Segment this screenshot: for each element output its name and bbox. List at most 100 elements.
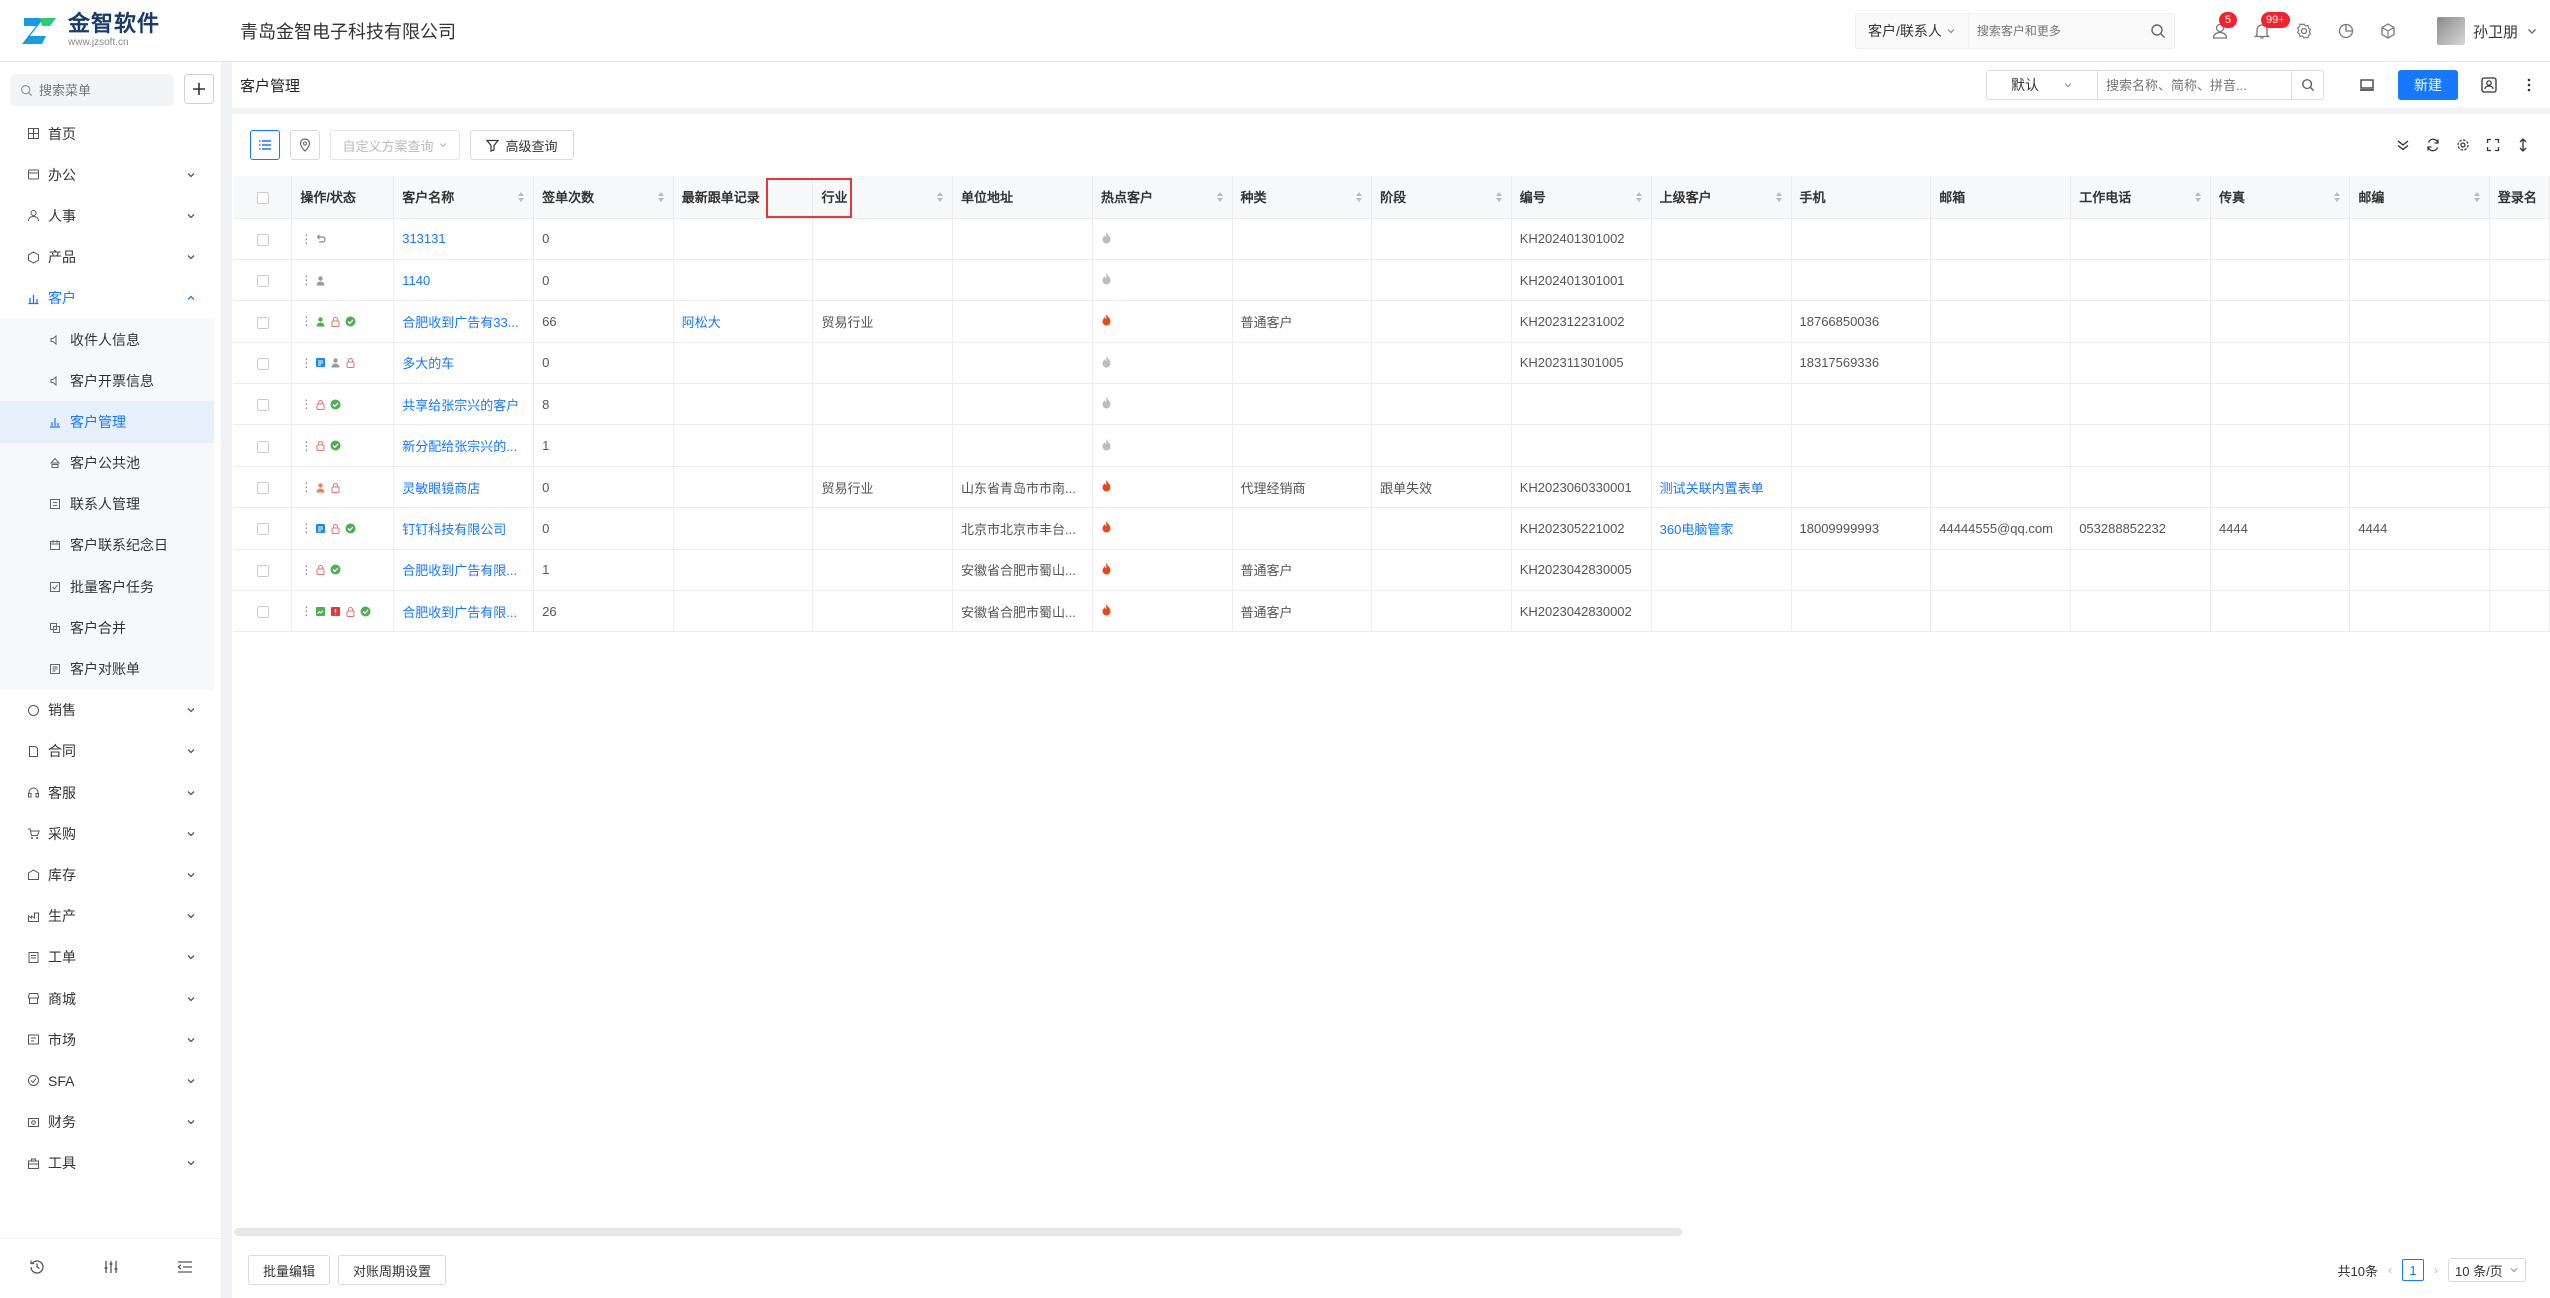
- cell-parent[interactable]: [1651, 218, 1792, 260]
- sidebar-item-market[interactable]: 市场: [0, 1019, 222, 1060]
- table-row[interactable]: ⋮ 共享给张宗兴的客户 8: [234, 383, 2550, 426]
- horizontal-scrollbar[interactable]: [234, 1228, 1682, 1236]
- cell-customer-name[interactable]: 1140: [393, 259, 535, 302]
- cell-customer-name[interactable]: 灵敏眼镜商店: [393, 466, 535, 509]
- global-search-input[interactable]: [1968, 24, 2142, 38]
- notifications-icon[interactable]: 99+: [2241, 10, 2290, 52]
- cell-customer-name[interactable]: 合肥收到广告有限...: [393, 549, 535, 592]
- table-row[interactable]: ⋮ 新分配给张宗兴的... 1: [234, 424, 2550, 467]
- collapse-menu-icon[interactable]: [176, 1258, 194, 1279]
- more-vertical-icon[interactable]: [2514, 70, 2544, 100]
- sort-icon[interactable]: [2473, 191, 2481, 203]
- cell-latest-record[interactable]: [673, 383, 814, 426]
- sidebar-item-contract[interactable]: 合同: [0, 731, 222, 772]
- sidebar-item-batch-task[interactable]: 批量客户任务: [0, 566, 214, 607]
- sidebar-item-customer-management[interactable]: 客户管理: [0, 401, 214, 443]
- monitor-icon[interactable]: [2352, 70, 2382, 100]
- sidebar-item-home[interactable]: 首页: [0, 113, 222, 154]
- cell-latest-record[interactable]: [673, 507, 814, 550]
- sidebar-item-workorder[interactable]: 工单: [0, 937, 222, 978]
- sidebar-item-anniversary[interactable]: 客户联系纪念日: [0, 525, 214, 566]
- sidebar-item-sfa[interactable]: SFA: [0, 1060, 222, 1101]
- cell-latest-record[interactable]: [673, 466, 814, 509]
- cell-customer-name[interactable]: 共享给张宗兴的客户: [393, 383, 535, 426]
- cell-parent[interactable]: 360电脑管家: [1651, 507, 1792, 550]
- search-icon[interactable]: [2292, 70, 2324, 100]
- sidebar-item-tools[interactable]: 工具: [0, 1143, 222, 1184]
- cell-hot[interactable]: [1092, 300, 1233, 343]
- statement-period-button[interactable]: 对账周期设置: [338, 1255, 447, 1285]
- row-menu-icon[interactable]: ⋮: [300, 563, 312, 577]
- table-row[interactable]: ⋮ 钉钉科技有限公司 0 北京市北京市丰台... KH202305221002 360电脑…: [234, 507, 2550, 550]
- row-menu-icon[interactable]: ⋮: [300, 397, 312, 411]
- row-checkbox[interactable]: [234, 342, 293, 385]
- sidebar-item-product[interactable]: 产品: [0, 237, 222, 278]
- fullscreen-icon[interactable]: [2478, 130, 2508, 160]
- column-header-industry[interactable]: 行业: [812, 176, 954, 219]
- sidebar-item-recipient-info[interactable]: 收件人信息: [0, 319, 214, 360]
- row-checkbox[interactable]: [234, 424, 293, 467]
- sidebar-item-purchase[interactable]: 采购: [0, 813, 222, 854]
- table-row[interactable]: ⋮ 合肥收到广告有33... 66 阿松大 贸易行业 普通客户 KH202312231002…: [234, 300, 2550, 343]
- row-menu-icon[interactable]: ⋮: [300, 273, 312, 287]
- row-checkbox[interactable]: [234, 549, 293, 592]
- column-header-fax[interactable]: 传真: [2210, 176, 2351, 219]
- column-header-kind[interactable]: 种类: [1232, 176, 1373, 219]
- cell-parent[interactable]: [1651, 590, 1792, 633]
- contact-card-icon[interactable]: [2474, 70, 2504, 100]
- sort-icon[interactable]: [1775, 191, 1783, 203]
- table-row[interactable]: ⋮ 313131 0 KH202401301002: [234, 218, 2550, 260]
- cell-hot[interactable]: [1092, 342, 1233, 385]
- cell-latest-record[interactable]: [673, 549, 814, 592]
- cell-latest-record[interactable]: [673, 590, 814, 633]
- cell-parent[interactable]: 测试关联内置表单: [1651, 466, 1792, 509]
- add-menu-button[interactable]: [184, 74, 214, 104]
- cell-customer-name[interactable]: 新分配给张宗兴的...: [393, 424, 535, 467]
- cell-latest-record[interactable]: [673, 218, 814, 260]
- sidebar-item-mall[interactable]: 商城: [0, 978, 222, 1019]
- row-menu-icon[interactable]: ⋮: [300, 604, 312, 618]
- batch-edit-button[interactable]: 批量编辑: [248, 1255, 331, 1285]
- map-pin-icon[interactable]: [290, 130, 320, 160]
- cell-parent[interactable]: [1651, 383, 1792, 426]
- column-header-sign-count[interactable]: 签单次数: [533, 176, 674, 219]
- settings-icon[interactable]: [2283, 10, 2325, 52]
- sort-icon[interactable]: [1635, 191, 1643, 203]
- next-page-icon[interactable]: ›: [2434, 1263, 2438, 1277]
- page-1-button[interactable]: 1: [2402, 1259, 2424, 1281]
- row-menu-icon[interactable]: ⋮: [300, 439, 312, 453]
- sort-icon[interactable]: [936, 191, 944, 203]
- sidebar-item-contact-management[interactable]: 联系人管理: [0, 484, 214, 525]
- messages-icon[interactable]: 5: [2199, 10, 2241, 52]
- logo[interactable]: 金智软件 www.jzsoft.cn: [0, 0, 224, 62]
- column-header-zip[interactable]: 邮编: [2349, 176, 2490, 219]
- cell-hot[interactable]: [1092, 218, 1233, 260]
- sidebar-item-invoice-info[interactable]: 客户开票信息: [0, 360, 214, 401]
- cell-customer-name[interactable]: 合肥收到广告有33...: [393, 300, 535, 343]
- chart-pie-icon[interactable]: [2325, 10, 2367, 52]
- table-row[interactable]: ⋮ 多大的车 0 KH202311301005 18317569336: [234, 342, 2550, 385]
- cell-customer-name[interactable]: 313131: [393, 218, 535, 260]
- sidebar-item-office[interactable]: 办公: [0, 154, 222, 195]
- sidebar-item-sales[interactable]: 销售: [0, 690, 222, 731]
- row-menu-icon[interactable]: ⋮: [300, 521, 312, 535]
- sort-icon[interactable]: [1495, 191, 1503, 203]
- cell-hot[interactable]: [1092, 507, 1233, 550]
- column-header-code[interactable]: 编号: [1511, 176, 1652, 219]
- select-all-checkbox[interactable]: [234, 176, 293, 219]
- sidebar-item-public-pool[interactable]: 客户公共池: [0, 443, 214, 484]
- row-menu-icon[interactable]: ⋮: [300, 480, 312, 494]
- row-checkbox[interactable]: [234, 300, 293, 343]
- custom-scheme-select[interactable]: 自定义方案查询: [330, 130, 460, 160]
- cell-customer-name[interactable]: 多大的车: [393, 342, 535, 385]
- cell-latest-record[interactable]: [673, 259, 814, 302]
- new-customer-button[interactable]: 新建: [2398, 70, 2458, 100]
- sidebar-item-merge[interactable]: 客户合并: [0, 607, 214, 648]
- cell-latest-record[interactable]: 阿松大: [673, 300, 814, 343]
- cell-hot[interactable]: [1092, 259, 1233, 302]
- double-chevron-down-icon[interactable]: [2388, 130, 2418, 160]
- row-checkbox[interactable]: [234, 466, 293, 509]
- cell-parent[interactable]: [1651, 259, 1792, 302]
- table-row[interactable]: ⋮ 合肥收到广告有限... 1 安徽省合肥市蜀山... 普通客户 KH2023042830…: [234, 549, 2550, 592]
- sort-icon[interactable]: [2194, 191, 2202, 203]
